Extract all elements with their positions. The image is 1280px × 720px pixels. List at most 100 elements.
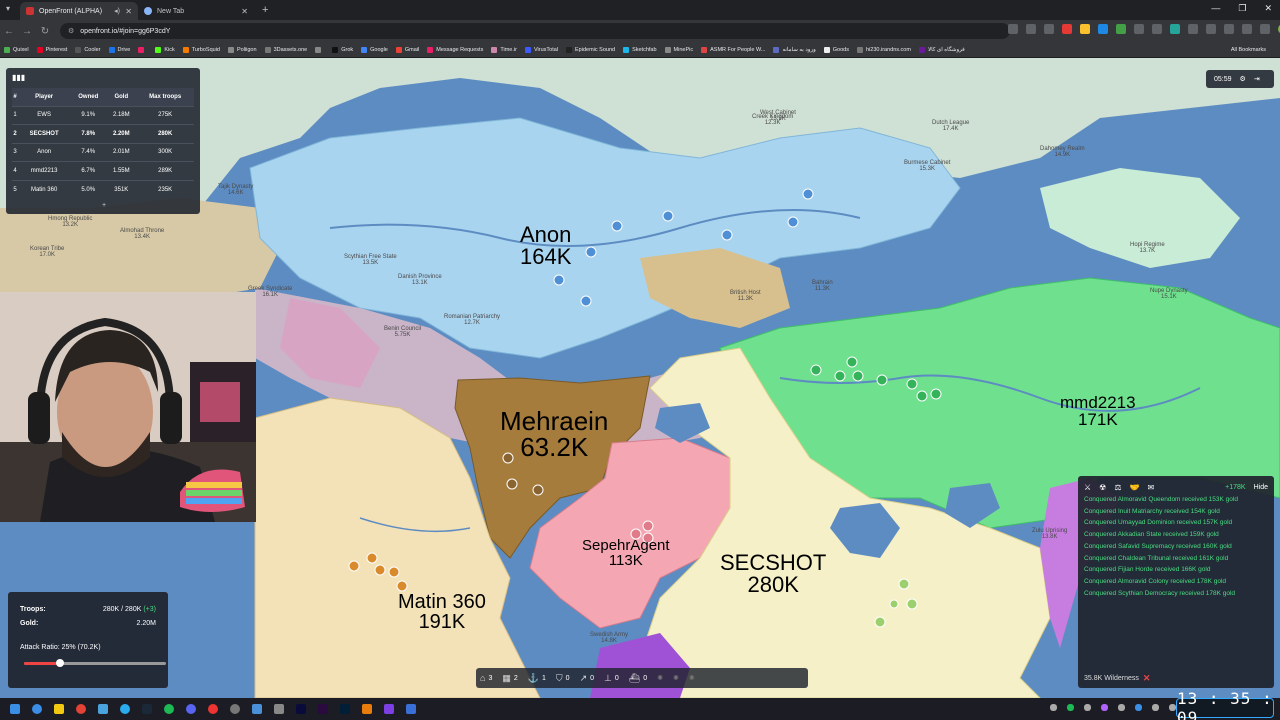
bot-label[interactable]: Zulu Uprising 13.8K <box>1032 528 1067 540</box>
event-message[interactable]: Conquered Almoravid Colony received 178K… <box>1084 578 1268 586</box>
bot-label[interactable]: Tajik Dynasty 14.6K <box>218 184 253 196</box>
bookmark-item[interactable]: hi230.irandns.com <box>857 46 911 53</box>
tab-new-tab[interactable]: New Tab ✕ <box>138 2 254 20</box>
bookmark-item[interactable]: VirusTotal <box>524 46 558 53</box>
bookmark-item[interactable]: TurboSquid <box>182 46 220 53</box>
atom-bomb-icon[interactable]: ✺ <box>657 674 663 682</box>
extension-icon[interactable] <box>1188 24 1198 34</box>
bookmark-item[interactable]: Sketchfab <box>623 46 657 53</box>
extension-icon[interactable] <box>1134 24 1144 34</box>
bot-label[interactable]: Almohad Throne 13.4K <box>120 228 164 240</box>
extension-icon[interactable] <box>1170 24 1180 34</box>
player-label-sepehragent[interactable]: SepehrAgent 113K <box>582 538 670 568</box>
bot-label[interactable]: Scythian Free State 13.5K <box>344 254 397 266</box>
leaderboard-row[interactable]: 5 Matin 360 5.0% 351K 235K <box>12 179 194 199</box>
file-explorer-icon[interactable] <box>54 704 64 714</box>
build-port-button[interactable]: ⚓ 1 <box>528 673 546 684</box>
app-icon[interactable] <box>98 704 108 714</box>
leaderboard-expand-button[interactable]: + <box>102 202 106 209</box>
event-message[interactable]: Conquered Akkadian State received 159K g… <box>1084 531 1268 539</box>
col-max-troops[interactable]: Max troops <box>136 88 194 106</box>
bookmark-item[interactable]: 3Dassets.one <box>264 46 307 53</box>
site-info-icon[interactable]: ⚙ <box>68 27 74 35</box>
start-icon[interactable] <box>10 704 20 714</box>
extension-icon[interactable] <box>1116 24 1126 34</box>
col-gold[interactable]: Gold <box>106 88 137 106</box>
app-icon[interactable] <box>406 704 416 714</box>
app-icon[interactable] <box>230 704 240 714</box>
exit-icon[interactable]: ⇥ <box>1254 75 1260 83</box>
tab-openfront[interactable]: OpenFront (ALPHA) ◂) ✕ <box>20 2 138 20</box>
new-tab-icon[interactable]: + <box>262 4 268 16</box>
after-effects-icon[interactable] <box>296 704 306 714</box>
bookmark-item[interactable]: Pinterest <box>36 46 67 53</box>
leaderboard-toggle-icon[interactable]: ▮▮▮ <box>12 73 25 82</box>
bot-label[interactable]: Benin Council 5.75K <box>384 326 421 338</box>
app-icon[interactable] <box>252 704 262 714</box>
bookmark-item[interactable]: Quixel <box>4 46 29 53</box>
wifi-icon[interactable] <box>1152 704 1159 711</box>
extension-icon[interactable] <box>1242 24 1252 34</box>
close-tab-icon[interactable]: ✕ <box>125 7 132 16</box>
bot-label[interactable]: West Cabinet 13.9K <box>760 110 796 122</box>
bot-label[interactable]: Dutch League 17.4K <box>932 120 969 132</box>
minimize-icon[interactable]: — <box>1211 3 1220 14</box>
extension-icon[interactable] <box>1062 24 1072 34</box>
player-label-matin360[interactable]: Matin 360 191K <box>398 592 486 632</box>
bookmark-item[interactable]: Goods <box>823 46 849 53</box>
player-label-mmd2213[interactable]: mmd2213 171K <box>1060 394 1136 428</box>
extension-icon[interactable] <box>1224 24 1234 34</box>
reload-icon[interactable]: ↻ <box>36 26 54 37</box>
bookmark-item[interactable]: Time.ir <box>491 46 517 53</box>
bluetooth-icon[interactable] <box>1135 704 1142 711</box>
volume-icon[interactable] <box>1169 704 1176 711</box>
bookmark-item[interactable]: ورود به سامانه <box>773 46 816 53</box>
bot-label[interactable]: Nupe Dynasty 15.1K <box>1150 288 1188 300</box>
event-message[interactable]: Conquered Inuit Matriarchy received 154K… <box>1084 508 1268 516</box>
build-factory-button[interactable]: ▦ 2 <box>502 673 517 684</box>
hydrogen-bomb-icon[interactable]: ✺ <box>673 674 679 682</box>
hide-events-button[interactable]: Hide <box>1254 484 1268 491</box>
attack-filter-icon[interactable]: ⚔ <box>1084 483 1091 492</box>
extension-icon[interactable] <box>1206 24 1216 34</box>
player-label-secshot[interactable]: SECSHOT 280K <box>720 552 826 596</box>
search-icon[interactable] <box>32 704 42 714</box>
forward-icon[interactable]: → <box>18 26 36 37</box>
bot-label[interactable]: British Host 11.3K <box>730 290 761 302</box>
extension-icon[interactable] <box>1260 24 1270 34</box>
build-warship-button[interactable]: ⛴ 0 <box>629 673 647 684</box>
extension-icon[interactable] <box>1098 24 1108 34</box>
premiere-icon[interactable] <box>318 704 328 714</box>
blender-icon[interactable] <box>362 704 372 714</box>
leaderboard-row[interactable]: 1 EWS 9.1% 2.18M 275K <box>12 105 194 125</box>
settings-icon[interactable]: ⚙ <box>1240 75 1246 83</box>
telegram-icon[interactable] <box>120 704 130 714</box>
bookmark-item[interactable]: Kick <box>155 46 175 53</box>
extension-icon[interactable] <box>1080 24 1090 34</box>
bookmark-item[interactable] <box>315 46 324 53</box>
bot-label[interactable]: Hmong Republic 13.2K <box>48 216 92 228</box>
obs-icon[interactable] <box>208 704 218 714</box>
cast-icon[interactable] <box>1008 24 1018 34</box>
event-message[interactable]: Conquered Safavid Supremacy received 160… <box>1084 543 1268 551</box>
bot-label[interactable]: Danish Province 13.1K <box>398 274 442 286</box>
bookmark-item[interactable]: Drive <box>108 46 130 53</box>
attack-ratio-handle[interactable] <box>55 659 64 667</box>
bot-label[interactable]: Korean Tribe 17.0K <box>30 246 64 258</box>
event-message[interactable]: Conquered Fijian Horde received 166K gol… <box>1084 566 1268 574</box>
photoshop-icon[interactable] <box>340 704 350 714</box>
bookmark-item[interactable]: Grok <box>332 46 353 53</box>
tray-icon[interactable] <box>1101 704 1108 711</box>
tray-icon[interactable] <box>1067 704 1074 711</box>
event-message[interactable]: Conquered Chaldean Tribunal received 161… <box>1084 555 1268 563</box>
tray-icon[interactable] <box>1084 704 1091 711</box>
bot-label[interactable]: Burmese Cabinet 15.3K <box>904 160 950 172</box>
tray-icon[interactable] <box>1118 704 1125 711</box>
bookmark-item[interactable]: Poliigon <box>227 46 257 53</box>
player-label-mehraein[interactable]: Mehraein 63.2K <box>500 408 608 460</box>
url-input[interactable]: ⚙ openfront.io/#join=gg6P3cdY <box>60 23 1010 39</box>
spotify-icon[interactable] <box>164 704 174 714</box>
bot-label[interactable]: Bahrain 11.3K <box>812 280 833 292</box>
star-icon[interactable] <box>1044 24 1054 34</box>
bookmark-item[interactable]: Epidemic Sound <box>566 46 615 53</box>
